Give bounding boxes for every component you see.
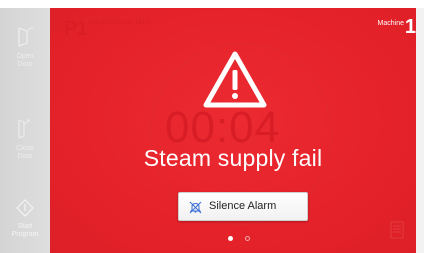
program-code: P1 [64,18,87,40]
program-name: Instrument Cycle 134°C [88,20,152,26]
alarm-panel: P1 Instrument Cycle 134°C 00:04 Machine … [50,8,416,253]
close-door-label: Close Door [16,145,34,160]
open-door-button[interactable]: Open Door [0,26,50,69]
document-icon [390,221,404,239]
alarm-screen: Open Door Close Door Start Program P1 Instr… [0,0,424,253]
close-door-icon [18,119,30,139]
alarm-message: Steam supply fail [143,145,323,171]
machine-number: 1 [404,16,416,38]
start-program-icon [16,199,34,217]
silence-alarm-button[interactable]: Silence Alarm [178,192,308,221]
bell-muted-icon [189,201,202,214]
page-dot-active[interactable] [228,236,233,241]
start-program-label: Start Program [11,223,39,238]
page-dot[interactable] [245,236,250,241]
machine-label: Machine [377,20,404,27]
silence-alarm-label: Silence Alarm [209,200,277,212]
start-program-button[interactable]: Start Program [0,198,50,239]
warning-triangle-icon [203,51,267,108]
close-door-button[interactable]: Close Door [0,118,50,161]
right-edge [416,8,424,253]
open-door-label: Open Door [16,53,34,68]
open-door-icon [18,26,34,47]
sidebar: Open Door Close Door Start Program [0,8,50,253]
